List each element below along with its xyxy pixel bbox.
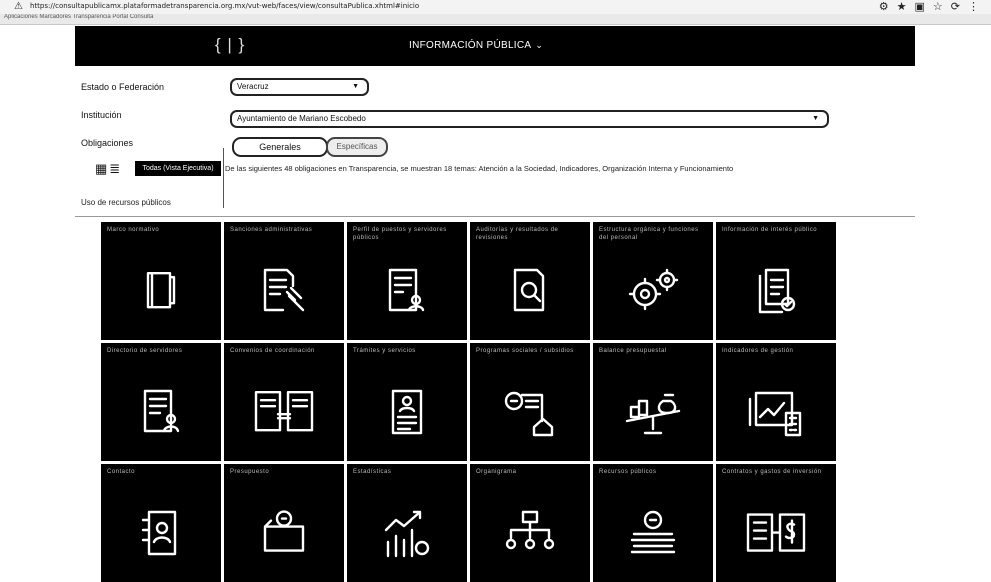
tile-caption: Programas sociales / subsidios: [476, 348, 574, 354]
obligations-grid: Marco normativo Sanciones administrativas…: [101, 222, 837, 582]
obligation-tile[interactable]: Contratos y gastos de inversión: [716, 464, 836, 582]
view-tag[interactable]: Todas (Vista Ejecutiva): [135, 161, 221, 176]
wallet-coin-icon: [259, 509, 309, 557]
divider: [223, 148, 224, 208]
obligation-tile[interactable]: Directorio de servidores: [101, 343, 221, 461]
view-toggle[interactable]: ▦≣: [95, 161, 122, 177]
chevron-down-icon: ▼: [352, 83, 359, 90]
tile-caption: Perfil de puestos y servidores públicos: [353, 227, 447, 241]
obligation-tile[interactable]: Recursos públicos: [593, 464, 713, 582]
tile-caption: Directorio de servidores: [107, 348, 183, 354]
share-icon[interactable]: ⟳: [951, 0, 968, 13]
obligation-tile[interactable]: Auditorías y resultados de revisiones: [470, 222, 590, 340]
browser-toolbar: ⚠ https://consultapublicamx.plataformade…: [0, 0, 991, 15]
document-gavel-icon: [257, 266, 311, 316]
obligation-tile[interactable]: Trámites y servicios: [347, 343, 467, 461]
folder-book-icon: [138, 267, 184, 313]
list-money-icon: [744, 509, 808, 557]
tile-caption: Sanciones administrativas: [230, 227, 313, 233]
document-person-icon: [382, 266, 432, 316]
state-label: Estado o Federación: [81, 82, 165, 92]
obligation-tile[interactable]: Marco normativo: [101, 222, 221, 340]
generales-button[interactable]: Generales: [232, 137, 328, 157]
tile-caption: Organigrama: [476, 469, 517, 475]
institution-select[interactable]: Ayuntamiento de Mariano Escobedo ▼: [230, 110, 829, 128]
obligations-label: Obligaciones: [81, 138, 134, 148]
bookmarks-bar: Aplicaciones Marcadores Transparencia Po…: [0, 14, 991, 25]
settings-icon[interactable]: ⋮: [968, 0, 987, 13]
menu-informacion-publica[interactable]: INFORMACIÓN PÚBLICA ⌄: [409, 40, 543, 51]
tile-caption: Contratos y gastos de inversión: [722, 469, 822, 475]
tile-caption: Indicadores de gestión: [722, 348, 794, 354]
gears-person-icon: [623, 266, 683, 316]
obligation-tile[interactable]: Convenios de coordinación: [224, 343, 344, 461]
address-bar[interactable]: https://consultapublicamx.plataformadetr…: [30, 2, 550, 10]
obligation-tile[interactable]: Presupuesto: [224, 464, 344, 582]
balance-money-icon: [621, 387, 685, 437]
bookmarks-text[interactable]: Aplicaciones Marcadores Transparencia Po…: [4, 14, 153, 20]
tile-caption: Información de interés público: [722, 227, 818, 233]
bar-growth-icon: [380, 508, 434, 558]
tile-caption: Presupuesto: [230, 469, 270, 475]
favorites-icon[interactable]: ☆: [933, 0, 951, 13]
obligation-tile[interactable]: Perfil de puestos y servidores públicos: [347, 222, 467, 340]
document-user-icon: [137, 387, 185, 437]
obligation-tile[interactable]: Estructura orgánica y funciones del pers…: [593, 222, 713, 340]
tile-caption: Auditorías y resultados de revisiones: [476, 227, 559, 241]
obligation-tile[interactable]: Programas sociales / subsidios: [470, 343, 590, 461]
institution-label: Institución: [81, 110, 122, 120]
tile-caption: Contacto: [107, 469, 136, 475]
obligation-tile[interactable]: Organigrama: [470, 464, 590, 582]
money-house-icon: [502, 387, 558, 437]
document-profile-icon: [387, 387, 427, 437]
extensions-icon[interactable]: ⚙: [879, 0, 897, 13]
documents-exchange-icon: [252, 388, 316, 434]
institution-value: Ayuntamiento de Mariano Escobedo: [237, 114, 366, 123]
tile-caption: Marco normativo: [107, 227, 160, 233]
obligation-tile[interactable]: Información de interés público: [716, 222, 836, 340]
resources-link[interactable]: Uso de recursos públicos: [81, 198, 171, 207]
state-value: Veracruz: [237, 82, 269, 91]
grid-view-icon[interactable]: ▦: [95, 161, 109, 176]
tile-caption: Estructura orgánica y funciones del pers…: [599, 227, 699, 241]
org-chart-icon: [503, 508, 557, 558]
contact-book-icon: [137, 508, 185, 558]
filter-panel: Estado o Federación Veracruz ▼ Instituci…: [75, 66, 915, 217]
obligations-hint: De las siguientes 48 obligaciones en Tra…: [225, 164, 734, 173]
list-view-icon[interactable]: ≣: [109, 161, 122, 176]
chevron-down-icon: ⌄: [535, 40, 544, 50]
obligation-tile[interactable]: Estadísticas: [347, 464, 467, 582]
warning-icon: ⚠: [14, 1, 23, 12]
tile-caption: Balance presupuestal: [599, 348, 667, 354]
especificas-button[interactable]: Específicas: [326, 137, 388, 157]
documents-check-icon: [752, 266, 800, 316]
state-select[interactable]: Veracruz ▼: [230, 78, 369, 96]
obligation-tile[interactable]: Balance presupuestal: [593, 343, 713, 461]
chart-calculator-icon: [746, 387, 806, 437]
document-search-icon: [507, 266, 553, 316]
star-icon[interactable]: ★: [897, 0, 915, 13]
site-logo[interactable]: { | }: [215, 35, 245, 55]
coins-stack-icon: [626, 508, 680, 558]
obligation-tile[interactable]: Contacto: [101, 464, 221, 582]
browser-tools: ⚙★▣☆⟳⋮: [879, 0, 987, 13]
obligation-tile[interactable]: Sanciones administrativas: [224, 222, 344, 340]
tile-caption: Estadísticas: [353, 469, 392, 475]
chevron-down-icon: ▼: [812, 115, 819, 122]
tile-caption: Recursos públicos: [599, 469, 657, 475]
obligation-tile[interactable]: Indicadores de gestión: [716, 343, 836, 461]
tile-caption: Trámites y servicios: [353, 348, 416, 354]
collections-icon[interactable]: ▣: [915, 0, 933, 13]
top-navigation: { | } INFORMACIÓN PÚBLICA ⌄: [75, 26, 915, 66]
menu-title-label: INFORMACIÓN PÚBLICA: [409, 40, 532, 51]
tile-caption: Convenios de coordinación: [230, 348, 315, 354]
